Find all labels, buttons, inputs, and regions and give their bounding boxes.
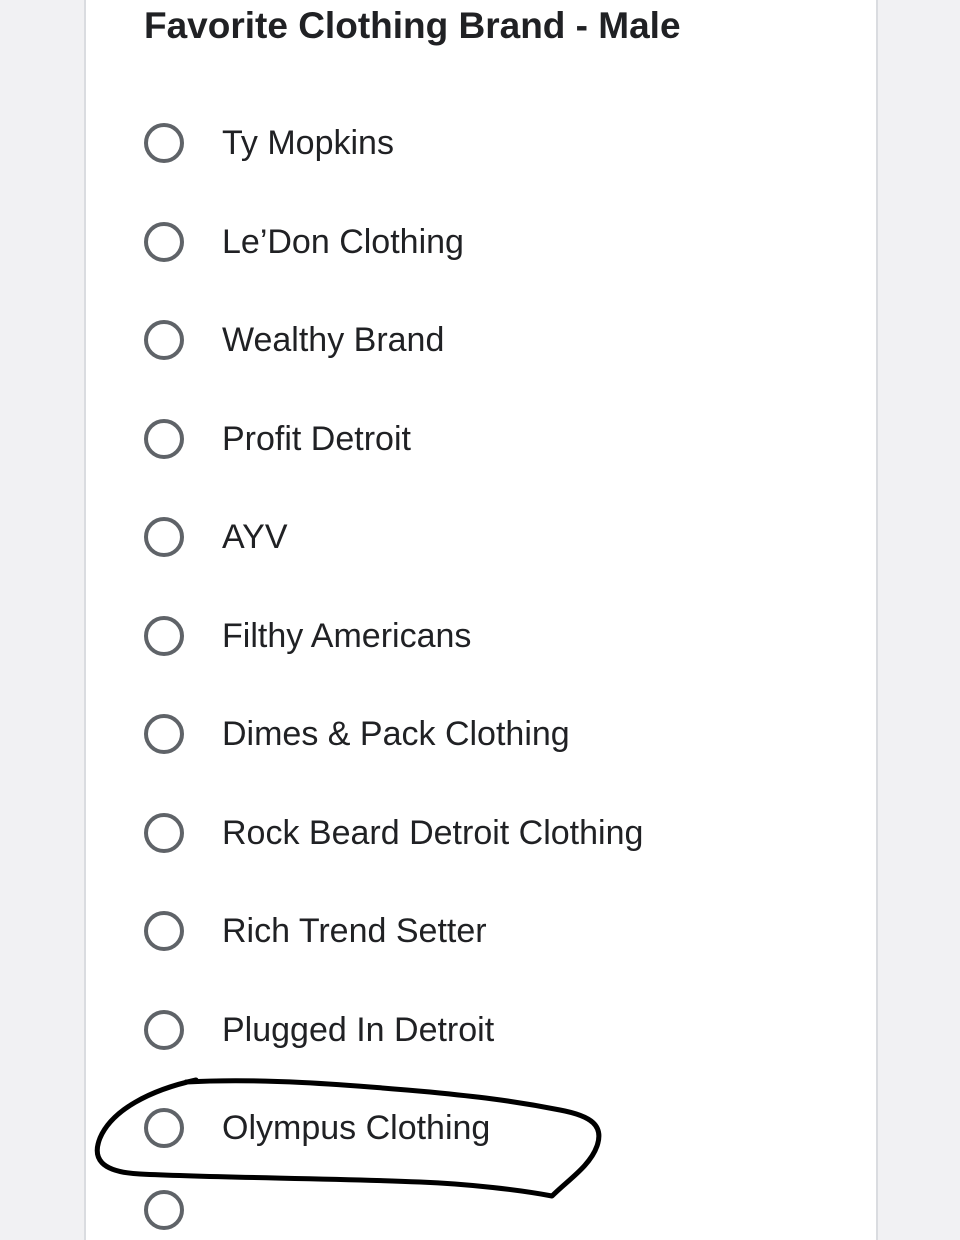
option-label: Rock Beard Detroit Clothing (222, 814, 644, 852)
option-label: AYV (222, 518, 288, 556)
option-label: Rich Trend Setter (222, 912, 487, 950)
option-label: Dimes & Pack Clothing (222, 715, 570, 753)
option-wealthy-brand[interactable]: Wealthy Brand (140, 312, 760, 368)
option-filthy-americans[interactable]: Filthy Americans (140, 608, 760, 664)
radio-button-icon[interactable] (144, 1108, 184, 1148)
option-label: Wealthy Brand (222, 321, 445, 359)
radio-button-icon[interactable] (144, 1010, 184, 1050)
radio-button-icon[interactable] (144, 714, 184, 754)
radio-button-icon[interactable] (144, 813, 184, 853)
option-plugged-in-detroit[interactable]: Plugged In Detroit (140, 1002, 760, 1058)
option-label: Filthy Americans (222, 617, 472, 655)
radio-button-icon[interactable] (144, 517, 184, 557)
option-rock-beard-detroit-clothing[interactable]: Rock Beard Detroit Clothing (140, 805, 760, 861)
question-title: Favorite Clothing Brand - Male (144, 5, 681, 46)
option-ayv[interactable]: AYV (140, 509, 760, 565)
option-ledon-clothing[interactable]: Le’Don Clothing (140, 214, 760, 270)
radio-button-icon[interactable] (144, 320, 184, 360)
radio-button-icon[interactable] (144, 123, 184, 163)
option-label: Plugged In Detroit (222, 1011, 495, 1049)
option-profit-detroit[interactable]: Profit Detroit (140, 411, 760, 467)
option-rich-trend-setter[interactable]: Rich Trend Setter (140, 903, 760, 959)
option-label: Le’Don Clothing (222, 223, 464, 261)
radio-button-icon[interactable] (144, 911, 184, 951)
radio-button-icon[interactable] (144, 419, 184, 459)
radio-button-icon[interactable] (144, 616, 184, 656)
option-dimes-pack-clothing[interactable]: Dimes & Pack Clothing (140, 706, 760, 762)
radio-button-icon[interactable] (144, 1190, 184, 1230)
option-label: Ty Mopkins (222, 124, 394, 162)
option-label: Olympus Clothing (222, 1109, 491, 1147)
radio-button-icon[interactable] (144, 222, 184, 262)
option-ty-mopkins[interactable]: Ty Mopkins (140, 115, 760, 171)
option-olympus-clothing[interactable]: Olympus Clothing (140, 1100, 760, 1156)
option-label: Profit Detroit (222, 420, 411, 458)
